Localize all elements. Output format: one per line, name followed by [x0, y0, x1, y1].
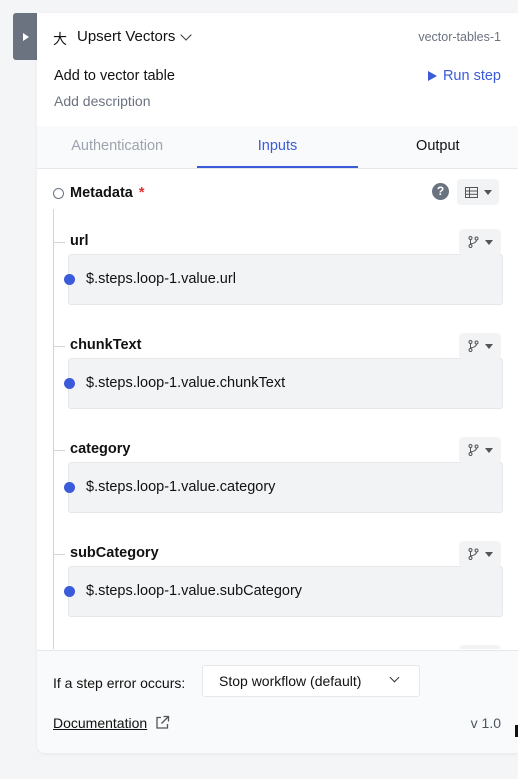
tree-line: [53, 209, 54, 649]
tree-branch-line: [53, 450, 65, 451]
field-label: subCategory: [70, 545, 159, 561]
sidebar-toggle-button[interactable]: [13, 13, 37, 60]
field-label: url: [70, 233, 89, 249]
chevron-down-icon: [389, 672, 400, 683]
tab-authentication[interactable]: Authentication: [37, 126, 197, 168]
tab-output[interactable]: Output: [358, 126, 518, 168]
step-header: ⼤ Upsert Vectors vector-tables-1: [37, 13, 518, 60]
branch-icon: [468, 340, 478, 352]
tree-branch-line: [53, 346, 65, 347]
field-value[interactable]: $.steps.loop-1.value.category: [86, 479, 275, 495]
external-link-icon[interactable]: [155, 715, 170, 730]
version-label: v 1.0: [470, 715, 501, 731]
branch-icon: [468, 548, 478, 560]
reference-dot: [64, 378, 75, 389]
error-handling-select[interactable]: Stop workflow (default): [202, 665, 420, 697]
reference-dot: [64, 482, 75, 493]
error-handling-label: If a step error occurs:: [53, 675, 186, 691]
branch-icon: [468, 236, 478, 248]
caret-down-icon: [484, 239, 493, 245]
caret-down-icon: [484, 343, 493, 349]
branch-toggle[interactable]: [459, 645, 501, 649]
play-icon: [23, 32, 29, 41]
collapse-circle-icon[interactable]: [53, 187, 64, 199]
help-icon[interactable]: ?: [432, 183, 449, 200]
field-label: category: [70, 441, 131, 457]
tree-branch-line: [53, 554, 65, 555]
metadata-label: Metadata: [70, 185, 133, 201]
chevron-down-icon[interactable]: [180, 29, 192, 41]
tree-branch-line: [53, 242, 65, 243]
step-description-input[interactable]: Add description: [54, 93, 151, 109]
tab-bar: Authentication Inputs Output: [37, 126, 518, 169]
step-name-dropdown[interactable]: Upsert Vectors: [77, 28, 175, 45]
error-handling-value: Stop workflow (default): [219, 673, 362, 689]
field-label: chunkText: [70, 337, 142, 353]
field-value[interactable]: $.steps.loop-1.value.url: [86, 271, 236, 287]
tab-inputs[interactable]: Inputs: [197, 126, 358, 168]
table-view-toggle[interactable]: [457, 179, 499, 205]
step-footer: If a step error occurs: Stop workflow (d…: [37, 650, 518, 753]
play-icon: [427, 71, 437, 81]
documentation-link[interactable]: Documentation: [53, 715, 147, 731]
run-step-button[interactable]: Run step: [427, 68, 501, 84]
branch-toggle[interactable]: [459, 229, 501, 255]
field-value[interactable]: $.steps.loop-1.value.chunkText: [86, 375, 285, 391]
step-id: vector-tables-1: [418, 30, 501, 44]
step-panel: ⼤ Upsert Vectors vector-tables-1 Add to …: [37, 13, 518, 753]
field-value[interactable]: $.steps.loop-1.value.subCategory: [86, 583, 302, 599]
caret-down-icon: [484, 447, 493, 453]
caret-down-icon: [483, 189, 492, 195]
reference-dot: [64, 586, 75, 597]
app-icon: ⼤: [53, 31, 67, 47]
metadata-header[interactable]: Metadata *: [53, 185, 145, 201]
branch-icon: [468, 444, 478, 456]
branch-toggle[interactable]: [459, 541, 501, 567]
reference-dot: [64, 274, 75, 285]
branch-toggle[interactable]: [459, 333, 501, 359]
run-step-label: Run step: [442, 68, 501, 84]
step-title[interactable]: Add to vector table: [54, 68, 175, 84]
inputs-content[interactable]: Metadata * ? url $.steps.loop-1.value.url…: [37, 169, 518, 649]
table-icon: [464, 186, 478, 198]
required-marker: *: [138, 185, 145, 201]
caret-down-icon: [484, 551, 493, 557]
branch-toggle[interactable]: [459, 437, 501, 463]
